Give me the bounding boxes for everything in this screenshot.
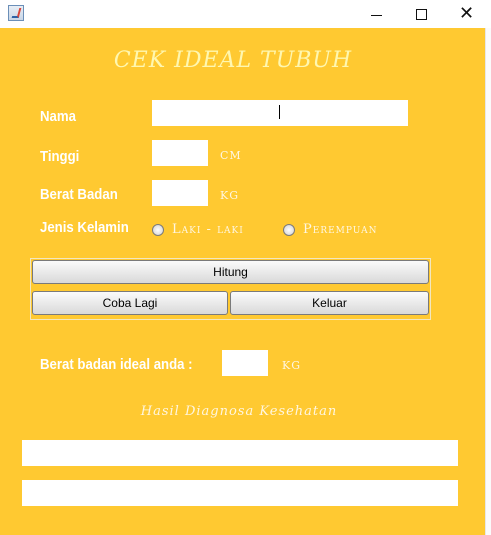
title-bar: ✕: [0, 0, 491, 28]
window-edge: [485, 28, 491, 535]
hitung-button[interactable]: Hitung: [32, 260, 429, 284]
diagnosis-output-2: [22, 480, 458, 506]
radio-button-icon: [152, 223, 164, 236]
diagnosis-output-1: [22, 440, 458, 466]
nama-input[interactable]: [152, 100, 408, 126]
berat-ideal-unit: KG: [282, 359, 302, 372]
radio-perempuan-label: Perempuan: [303, 222, 378, 237]
minimize-button[interactable]: [354, 0, 399, 28]
berat-label: Berat Badan: [40, 186, 118, 203]
berat-unit: KG: [220, 189, 240, 202]
jenis-kelamin-label: Jenis Kelamin: [40, 219, 129, 236]
coba-lagi-button[interactable]: Coba Lagi: [32, 291, 228, 315]
tinggi-input[interactable]: [152, 140, 208, 166]
berat-ideal-label: Berat badan ideal anda :: [40, 356, 193, 373]
close-button[interactable]: ✕: [444, 0, 489, 28]
maximize-button[interactable]: [399, 0, 444, 28]
radio-laki-laki-label: Laki - laki: [172, 222, 244, 237]
tinggi-label: Tinggi: [40, 148, 80, 165]
radio-button-icon: [283, 223, 295, 236]
berat-input[interactable]: [152, 180, 208, 206]
radio-laki-laki[interactable]: Laki - laki: [152, 222, 244, 237]
tinggi-unit: CM: [220, 149, 242, 162]
keluar-button[interactable]: Keluar: [230, 291, 429, 315]
radio-perempuan[interactable]: Perempuan: [283, 222, 377, 237]
nama-label: Nama: [40, 108, 76, 125]
diagnosis-title: Hasil Diagnosa Kesehatan: [140, 404, 338, 419]
text-caret: [279, 105, 280, 119]
close-icon: ✕: [458, 3, 475, 24]
java-app-icon: [8, 5, 24, 21]
minimize-icon: [371, 14, 382, 16]
maximize-icon: [416, 8, 427, 20]
page-title: CEK IDEAL TUBUH: [113, 48, 353, 73]
berat-ideal-output: [222, 350, 268, 376]
